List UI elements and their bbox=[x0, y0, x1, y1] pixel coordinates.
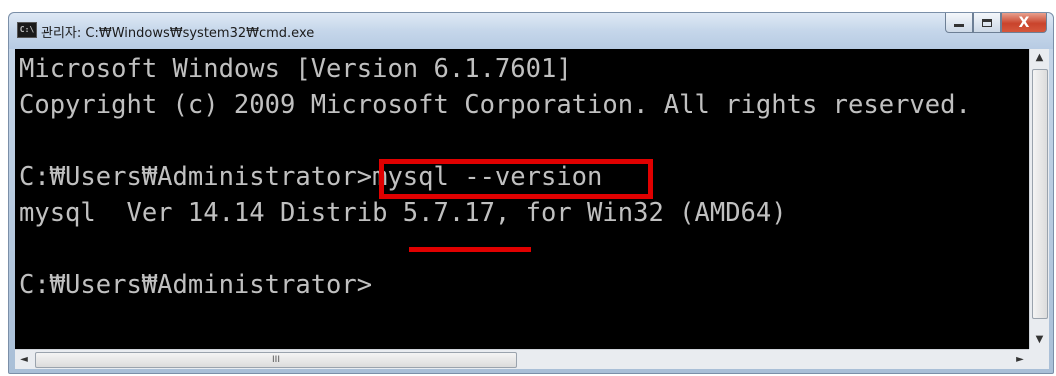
minimize-button[interactable] bbox=[945, 13, 973, 33]
command-highlight-box bbox=[379, 159, 653, 199]
minimize-icon bbox=[954, 24, 964, 27]
console-prompt: C:₩Users₩Administrator> bbox=[19, 270, 373, 300]
cmd-icon[interactable]: C:\ bbox=[17, 22, 37, 38]
close-button[interactable]: X bbox=[1001, 13, 1047, 33]
scrollbar-corner bbox=[1029, 349, 1049, 369]
version-underline bbox=[409, 247, 531, 252]
scroll-right-icon[interactable]: ► bbox=[1011, 350, 1029, 369]
vertical-scroll-thumb[interactable] bbox=[1032, 69, 1048, 319]
scroll-down-icon[interactable]: ▼ bbox=[1030, 331, 1049, 349]
window-controls: X bbox=[945, 13, 1047, 33]
console-line: Microsoft Windows [Version 6.1.7601] bbox=[19, 54, 572, 84]
vertical-scrollbar[interactable]: ▲ ▼ bbox=[1029, 49, 1049, 349]
horizontal-scroll-thumb[interactable]: III bbox=[35, 352, 517, 368]
scroll-up-icon[interactable]: ▲ bbox=[1030, 49, 1049, 67]
console-line-version: mysql Ver 14.14 Distrib 5.7.17, for Win3… bbox=[19, 198, 787, 228]
horizontal-scrollbar[interactable]: ◄ III ► bbox=[15, 349, 1029, 369]
console-output[interactable]: Microsoft Windows [Version 6.1.7601] Cop… bbox=[15, 49, 1029, 349]
title-bar[interactable]: C:\ 관리자: C:₩Windows₩system32₩cmd.exe X bbox=[9, 13, 1053, 49]
cmd-window: C:\ 관리자: C:₩Windows₩system32₩cmd.exe X M… bbox=[8, 12, 1054, 374]
window-title: 관리자: C:₩Windows₩system32₩cmd.exe bbox=[41, 26, 315, 41]
scroll-left-icon[interactable]: ◄ bbox=[15, 350, 33, 369]
console-line: Copyright (c) 2009 Microsoft Corporation… bbox=[19, 90, 971, 120]
maximize-button[interactable] bbox=[973, 13, 1001, 33]
maximize-icon bbox=[982, 18, 992, 27]
